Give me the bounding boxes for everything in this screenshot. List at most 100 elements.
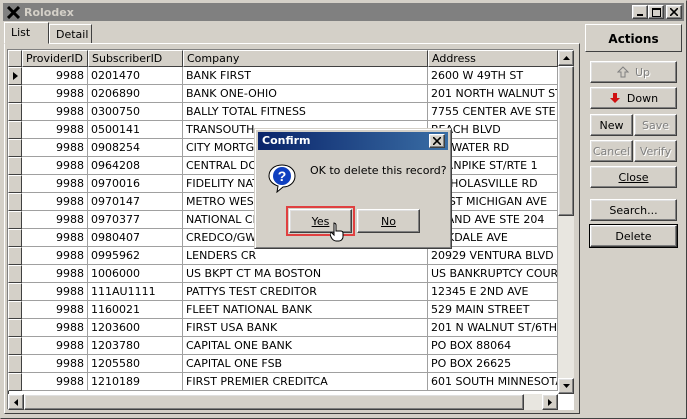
cell-company: BANK ONE-OHIO	[183, 85, 428, 103]
horizontal-scroll-thumb[interactable]	[24, 394, 524, 410]
close-record-button[interactable]: Close	[590, 166, 677, 188]
row-indicator[interactable]	[8, 157, 22, 175]
row-indicator[interactable]	[8, 67, 22, 85]
row-indicator[interactable]	[8, 211, 22, 229]
row-indicator[interactable]	[8, 139, 22, 157]
save-button[interactable]: Save	[634, 114, 677, 136]
cell-subscriberid: 0964208	[88, 157, 183, 175]
delete-button[interactable]: Delete	[589, 224, 678, 248]
actions-title: Actions	[585, 24, 682, 52]
cell-subscriberid: 0995962	[88, 247, 183, 265]
cell-providerid: 9988	[22, 229, 88, 247]
cell-providerid: 9988	[22, 193, 88, 211]
cell-providerid: 9988	[22, 337, 88, 355]
column-header-subscriberid[interactable]: SubscriberID	[88, 50, 183, 67]
cell-subscriberid: 1160021	[88, 301, 183, 319]
arrow-left-icon	[14, 398, 18, 406]
column-header-company[interactable]: Company	[183, 50, 428, 67]
close-icon	[433, 137, 441, 145]
row-indicator[interactable]	[8, 193, 22, 211]
new-button[interactable]: New	[590, 114, 633, 136]
table-row[interactable]: 9988 111AU1111 PATTYS TEST CREDITOR 12345 E…	[8, 283, 558, 301]
cell-subscriberid: 1203600	[88, 319, 183, 337]
horizontal-scrollbar[interactable]	[8, 394, 558, 410]
minimize-icon	[637, 14, 643, 16]
search-button[interactable]: Search...	[590, 199, 677, 221]
down-button[interactable]: Down	[590, 87, 677, 109]
column-header-address[interactable]: Address	[428, 50, 558, 67]
vertical-scrollbar[interactable]	[558, 50, 574, 394]
cell-providerid: 9988	[22, 67, 88, 85]
cell-providerid: 9988	[22, 103, 88, 121]
cell-subscriberid: 0201470	[88, 67, 183, 85]
row-indicator[interactable]	[8, 301, 22, 319]
app-icon	[5, 4, 21, 20]
table-row[interactable]: 9988 0206890 BANK ONE-OHIO 201 NORTH WALNUT…	[8, 85, 558, 103]
cell-providerid: 9988	[22, 355, 88, 373]
dialog-message: OK to delete this record?	[310, 164, 447, 177]
row-indicator[interactable]	[8, 319, 22, 337]
table-row[interactable]: 9988 1203600 FIRST USA BANK 201 N WALNUT ST…	[8, 319, 558, 337]
row-indicator[interactable]	[8, 265, 22, 283]
row-indicator[interactable]	[8, 373, 22, 391]
cell-company: FLEET NATIONAL BANK	[183, 301, 428, 319]
arrow-up-icon	[562, 56, 570, 60]
maximize-button[interactable]	[648, 5, 664, 19]
cell-providerid: 9988	[22, 283, 88, 301]
cell-subscriberid: 0300750	[88, 103, 183, 121]
cell-providerid: 9988	[22, 175, 88, 193]
table-row[interactable]: 9988 1210189 FIRST PREMIER CREDITCA 601 SOU…	[8, 373, 558, 391]
cell-providerid: 9988	[22, 211, 88, 229]
up-button[interactable]: Up	[590, 61, 677, 83]
cell-address: 7755 CENTER AVE STE 4	[428, 103, 558, 121]
table-row[interactable]: 9988 1160021 FLEET NATIONAL BANK 529 MAIN S…	[8, 301, 558, 319]
no-button[interactable]: No	[357, 209, 420, 233]
cancel-button[interactable]: Cancel	[590, 140, 633, 162]
vertical-scroll-thumb[interactable]	[558, 66, 574, 216]
row-indicator[interactable]	[8, 103, 22, 121]
row-indicator[interactable]	[8, 355, 22, 373]
cell-company: US BKPT CT MA BOSTON	[183, 265, 428, 283]
row-indicator[interactable]	[8, 175, 22, 193]
arrow-up-icon	[616, 66, 629, 78]
table-row[interactable]: 9988 0201470 BANK FIRST 2600 W 49TH ST	[8, 67, 558, 85]
table-row[interactable]: 9988 1205580 CAPITAL ONE FSB PO BOX 26625	[8, 355, 558, 373]
scroll-left-button[interactable]	[8, 394, 24, 410]
cell-address: US BANKRUPTCY COURT	[428, 265, 558, 283]
cell-company: BANK FIRST	[183, 67, 428, 85]
table-row[interactable]: 9988 0300750 BALLY TOTAL FITNESS 7755 CENTE…	[8, 103, 558, 121]
close-button[interactable]	[666, 5, 682, 19]
table-row[interactable]: 9988 1203780 CAPITAL ONE BANK PO BOX 88064	[8, 337, 558, 355]
scroll-up-button[interactable]	[558, 50, 574, 66]
arrow-right-icon	[548, 398, 552, 406]
row-indicator[interactable]	[8, 121, 22, 139]
row-indicator[interactable]	[8, 283, 22, 301]
hand-cursor-icon	[330, 222, 344, 242]
dialog-close-button[interactable]	[429, 134, 445, 148]
row-indicator[interactable]	[8, 247, 22, 265]
current-row-icon	[12, 72, 18, 80]
scroll-right-button[interactable]	[542, 394, 558, 410]
table-row[interactable]: 9988 0995962 LENDERS CR 20929 VENTURA BLVD …	[8, 247, 558, 265]
tab-detail[interactable]: Detail	[49, 24, 92, 44]
cell-company: CAPITAL ONE FSB	[183, 355, 428, 373]
row-indicator[interactable]	[8, 85, 22, 103]
column-header-providerid[interactable]: ProviderID	[22, 50, 88, 67]
row-indicator[interactable]	[8, 337, 22, 355]
cell-providerid: 9988	[22, 121, 88, 139]
cell-address: 20929 VENTURA BLVD #	[428, 247, 558, 265]
cell-providerid: 9988	[22, 157, 88, 175]
cell-subscriberid: 0500141	[88, 121, 183, 139]
cell-address: 2600 W 49TH ST	[428, 67, 558, 85]
title-bar: Rolodex	[3, 3, 684, 21]
cell-subscriberid: 1205580	[88, 355, 183, 373]
row-indicator[interactable]	[8, 229, 22, 247]
cell-address: 529 MAIN STREET	[428, 301, 558, 319]
cell-subscriberid: 1203780	[88, 337, 183, 355]
scroll-down-button[interactable]	[558, 378, 574, 394]
table-row[interactable]: 9988 1006000 US BKPT CT MA BOSTON US BANKRU…	[8, 265, 558, 283]
minimize-button[interactable]	[632, 5, 648, 19]
arrow-down-icon	[562, 384, 570, 388]
verify-button[interactable]: Verify	[634, 140, 677, 162]
tab-list[interactable]: List	[4, 22, 49, 44]
